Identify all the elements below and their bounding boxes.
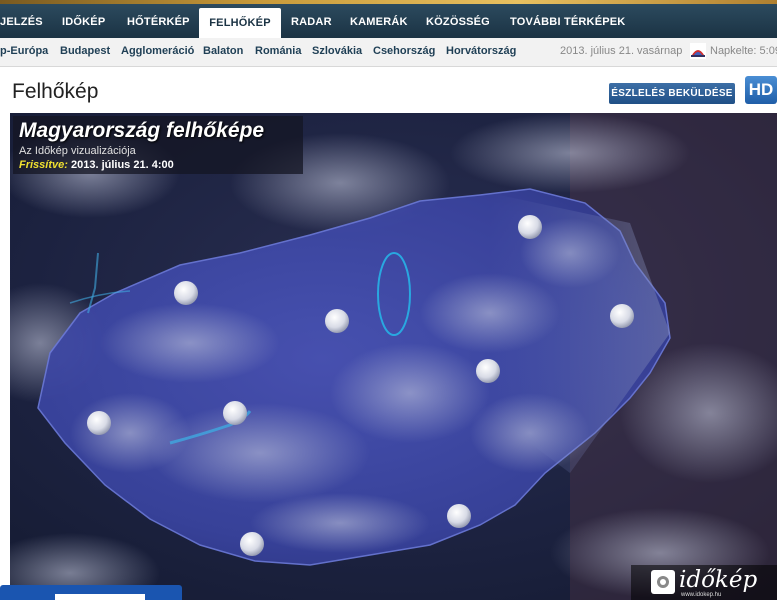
hd-button[interactable]: HD	[745, 76, 777, 104]
nav-item-kozosseg[interactable]: KÖZÖSSÉG	[426, 4, 490, 38]
map-title: Magyarország felhőképe	[19, 119, 265, 142]
nav-item-idokep[interactable]: IDŐKÉP	[62, 4, 105, 38]
updated-value: 2013. július 21. 4:00	[70, 159, 174, 171]
page-title: Felhőkép	[12, 80, 99, 103]
logo-text: időkép	[679, 567, 758, 593]
logo-url: www.idokep.hu	[681, 592, 722, 598]
subnav-item-europa[interactable]: p-Európa	[0, 38, 48, 65]
cloud-map-image	[10, 113, 777, 600]
sub-nav: p-Európa Budapest Agglomeráció Balaton R…	[0, 38, 777, 67]
nav-item-kamerak[interactable]: KAMERÁK	[350, 4, 408, 38]
subnav-item-horvatorszag[interactable]: Horvátország	[446, 38, 516, 65]
cloud-map[interactable]: Magyarország felhőképe Az Időkép vizuali…	[10, 113, 777, 600]
submit-observation-button[interactable]: ÉSZLELÉS BEKÜLDÉSE	[609, 83, 735, 104]
subnav-item-budapest[interactable]: Budapest	[60, 38, 110, 65]
main-nav: JELZÉS IDŐKÉP HŐTÉRKÉP FELHŐKÉP RADAR KA…	[0, 4, 777, 38]
nav-item-jelzes[interactable]: JELZÉS	[0, 4, 43, 38]
sunrise-icon	[690, 43, 706, 59]
sunrise-time: Napkelte: 5:09	[710, 45, 777, 57]
updated-label: Frissítve:	[19, 159, 68, 171]
nav-item-radar[interactable]: RADAR	[291, 4, 332, 38]
subnav-item-balaton[interactable]: Balaton	[203, 38, 243, 65]
subnav-item-romania[interactable]: Románia	[255, 38, 301, 65]
idokep-logo: időkép www.idokep.hu	[631, 565, 777, 600]
subnav-item-agglomeracio[interactable]: Agglomeráció	[121, 38, 194, 65]
map-updated: Frissítve: 2013. július 21. 4:00	[19, 159, 174, 171]
nav-item-hoterkep[interactable]: HŐTÉRKÉP	[127, 4, 190, 38]
subnav-item-szlovakia[interactable]: Szlovákia	[312, 38, 362, 65]
nav-item-tovabbi-terkepek[interactable]: TOVÁBBI TÉRKÉPEK	[510, 4, 625, 38]
bottom-panel-tab-inner	[55, 594, 145, 600]
nav-item-felhokep[interactable]: FELHŐKÉP	[199, 8, 281, 38]
map-subtitle: Az Időkép vizualizációja	[19, 145, 136, 157]
current-date: 2013. július 21. vasárnap	[560, 45, 683, 57]
logo-icon	[651, 570, 675, 594]
subnav-item-csehorszag[interactable]: Csehország	[373, 38, 435, 65]
